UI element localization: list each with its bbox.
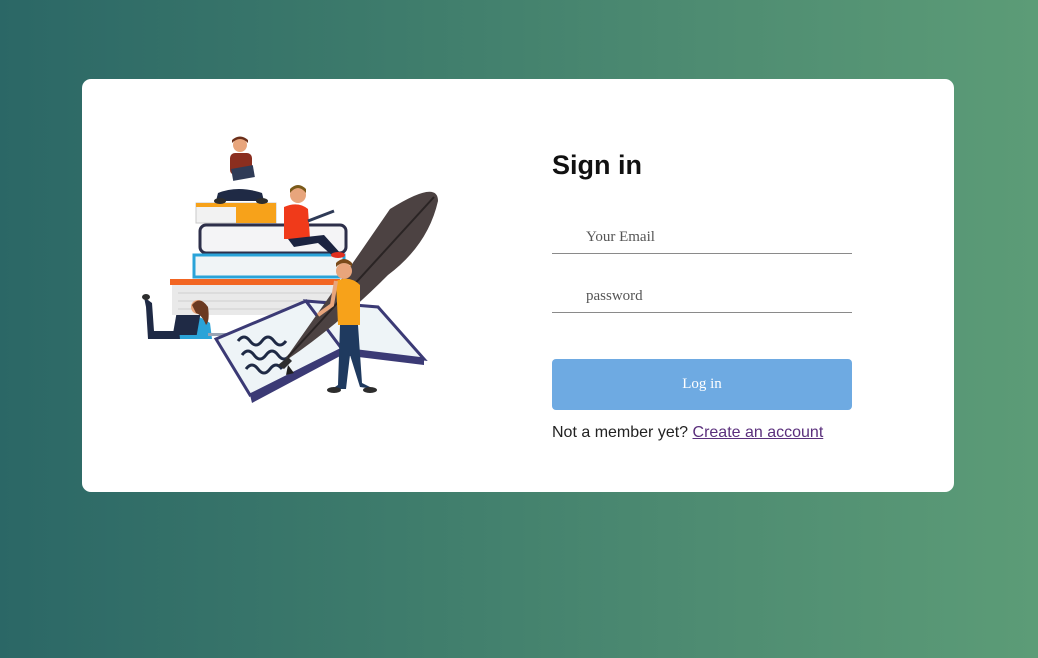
email-field[interactable] (552, 221, 852, 253)
login-form: Sign in Log in Not a member yet? Create … (552, 149, 852, 443)
create-account-link[interactable]: Create an account (693, 424, 824, 441)
signup-prompt: Not a member yet? Create an account (552, 423, 852, 443)
login-card: Sign in Log in Not a member yet? Create … (82, 79, 954, 492)
email-field-wrapper (552, 221, 852, 254)
login-button[interactable]: Log in (552, 359, 852, 410)
people-reading-books-illustration (142, 136, 438, 403)
password-field[interactable] (552, 280, 852, 312)
page-title: Sign in (552, 150, 642, 180)
signup-prompt-text: Not a member yet? (552, 424, 689, 441)
password-field-wrapper (552, 280, 852, 313)
